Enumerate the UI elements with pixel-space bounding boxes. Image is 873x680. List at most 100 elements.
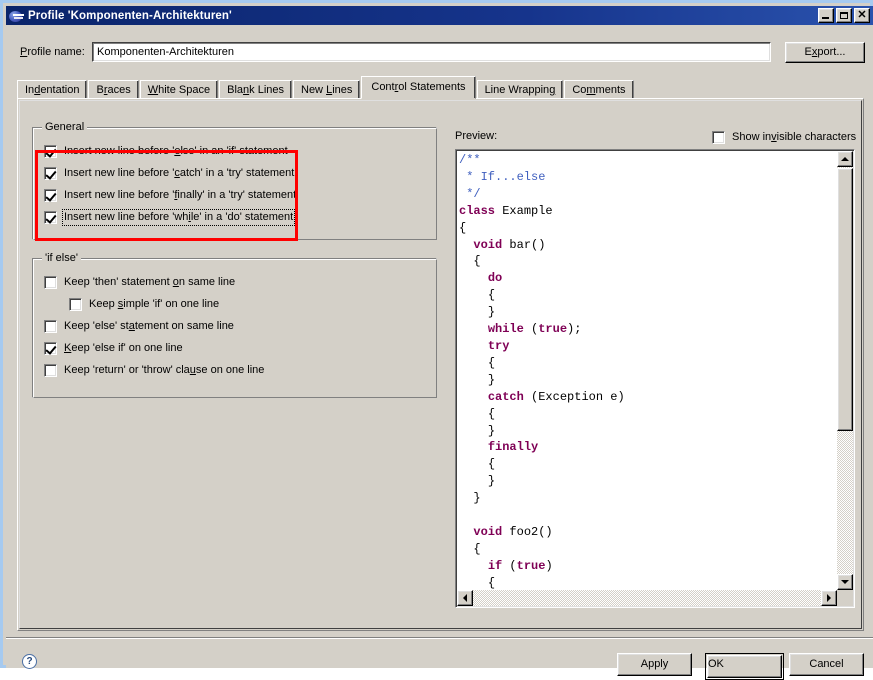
profile-name-row: Profile name: Export...	[20, 42, 865, 64]
general-checkbox-3-label: Insert new line before 'while' in a 'do'…	[61, 208, 296, 226]
ifelse-checkbox-1[interactable]: Keep simple 'if' on one line	[69, 296, 220, 312]
preview-label: Preview:	[455, 130, 498, 142]
ifelse-checkbox-4-label: Keep 'return' or 'throw' clause on one l…	[64, 363, 265, 376]
profile-dialog-window: Profile 'Komponenten-Architekturen' ✕ Pr…	[0, 0, 873, 680]
hscroll-track[interactable]	[457, 590, 837, 606]
tab-line-wrapping[interactable]: Line Wrapping	[476, 80, 564, 99]
general-checkbox-0-label: Insert new line before 'else' in an 'if'…	[64, 144, 288, 157]
code-line: {	[487, 288, 496, 303]
preview-horizontal-scrollbar[interactable]	[457, 590, 837, 606]
code-line: void foo2()	[473, 524, 553, 539]
ifelse-checkbox-2-label: Keep 'else' statement on same line	[64, 319, 234, 332]
ifelse-checkbox-3-box[interactable]	[44, 341, 57, 355]
window-title: Profile 'Komponenten-Architekturen'	[28, 9, 232, 22]
code-line: {	[487, 355, 496, 370]
code-preview-text: /** * If...else */ class Example { void ba…	[459, 152, 625, 592]
tab-strip: Indentation Braces White Space Blank Lines N…	[17, 76, 864, 99]
scroll-left-arrow-icon[interactable]	[457, 590, 473, 606]
code-line: {	[473, 541, 481, 556]
ifelse-checkbox-3-label: Keep 'else if' on one line	[64, 341, 183, 354]
general-checkbox-1-label: Insert new line before 'catch' in a 'try…	[64, 166, 295, 179]
code-line: * If...else	[459, 169, 546, 184]
code-line: /**	[459, 153, 481, 167]
scroll-up-arrow-icon[interactable]	[837, 151, 853, 167]
vscroll-thumb[interactable]	[837, 168, 853, 431]
show-invisible-characters-box[interactable]	[712, 130, 725, 144]
general-group: General Insert new line before 'else' in…	[32, 121, 437, 240]
general-checkbox-0-box[interactable]	[44, 144, 57, 158]
general-checkbox-1[interactable]: Insert new line before 'catch' in a 'try…	[44, 165, 295, 181]
code-line: if (true)	[487, 558, 553, 573]
tab-indentation[interactable]: Indentation	[17, 80, 88, 99]
export-button[interactable]: Export...	[785, 42, 865, 63]
tab-new-lines[interactable]: New Lines	[293, 80, 361, 99]
code-line: }	[473, 491, 481, 506]
code-line: }	[487, 305, 496, 320]
ifelse-checkbox-2[interactable]: Keep 'else' statement on same line	[44, 318, 235, 334]
general-checkbox-3[interactable]: Insert new line before 'while' in a 'do'…	[44, 208, 296, 226]
ifelse-checkbox-0-label: Keep 'then' statement on same line	[64, 275, 236, 288]
general-checkbox-2-box[interactable]	[44, 188, 57, 202]
tab-braces[interactable]: Braces	[88, 80, 139, 99]
scrollbar-corner	[837, 590, 853, 606]
preview-vertical-scrollbar[interactable]	[837, 151, 853, 590]
close-glyph: ✕	[857, 8, 867, 21]
help-icon[interactable]: ?	[22, 654, 37, 669]
apply-button[interactable]: Apply	[617, 653, 692, 676]
general-checkbox-2-label: Insert new line before 'finally' in a 't…	[64, 188, 297, 201]
code-line: {	[487, 406, 496, 421]
code-line: finally	[487, 440, 539, 455]
code-preview-area[interactable]: /** * If...else */ class Example { void ba…	[455, 149, 855, 608]
ifelse-checkbox-0-box[interactable]	[44, 275, 57, 289]
show-invisible-characters-label: Show invisible characters	[732, 130, 857, 143]
ifelse-checkbox-3[interactable]: Keep 'else if' on one line	[44, 340, 184, 356]
general-checkbox-0[interactable]: Insert new line before 'else' in an 'if'…	[44, 143, 289, 159]
code-line: try	[487, 338, 510, 353]
tab-blank-lines[interactable]: Blank Lines	[219, 80, 292, 99]
scroll-down-arrow-icon[interactable]	[837, 574, 853, 590]
ifelse-checkbox-2-box[interactable]	[44, 319, 57, 333]
code-line: }	[487, 474, 496, 489]
code-line: }	[487, 423, 496, 438]
tab-panel-control-statements: General Insert new line before 'else' in…	[17, 98, 864, 631]
ifelse-checkbox-4[interactable]: Keep 'return' or 'throw' clause on one l…	[44, 362, 265, 378]
ifelse-checkbox-4-box[interactable]	[44, 363, 57, 377]
general-checkbox-1-box[interactable]	[44, 166, 57, 180]
window-controls: ✕	[818, 8, 870, 23]
dialog-client-area: Profile name: Export... IndentationBrace…	[6, 25, 873, 680]
profile-name-input[interactable]	[92, 42, 771, 62]
eclipse-icon	[8, 8, 24, 24]
scroll-right-arrow-icon[interactable]	[821, 590, 837, 606]
ifelse-checkbox-1-box[interactable]	[69, 297, 82, 311]
general-group-title: General	[42, 121, 88, 133]
minimize-icon[interactable]	[818, 8, 834, 23]
code-line: do	[487, 271, 503, 286]
code-line: void bar()	[473, 237, 546, 252]
tab-white-space[interactable]: White Space	[139, 80, 219, 99]
cancel-button[interactable]: Cancel	[789, 653, 864, 676]
ifelse-checkbox-1-label: Keep simple 'if' on one line	[89, 297, 220, 310]
ok-button[interactable]: OK	[705, 653, 784, 680]
ifelse-group: 'if else' Keep 'then' statement on same …	[32, 252, 437, 398]
code-line: while (true);	[487, 322, 582, 337]
code-line: catch (Exception e)	[487, 389, 625, 404]
code-line: class Example	[459, 203, 553, 218]
ifelse-group-title: 'if else'	[42, 252, 81, 264]
code-line: */	[459, 186, 481, 201]
profile-name-label: Profile name:	[20, 46, 85, 58]
maximize-icon[interactable]	[836, 8, 852, 23]
show-invisible-characters-checkbox[interactable]: Show invisible characters	[712, 129, 857, 145]
general-checkbox-3-box[interactable]	[44, 210, 57, 224]
tab-control-statements[interactable]: Control Statements	[361, 76, 476, 99]
close-icon[interactable]: ✕	[854, 8, 870, 23]
code-line: }	[487, 372, 496, 387]
footer-separator	[6, 637, 873, 639]
title-bar: Profile 'Komponenten-Architekturen' ✕	[6, 6, 873, 25]
code-line: {	[459, 220, 467, 235]
code-line: {	[473, 254, 481, 269]
ifelse-checkbox-0[interactable]: Keep 'then' statement on same line	[44, 274, 236, 290]
ok-button-label: OK	[707, 655, 782, 678]
general-checkbox-2[interactable]: Insert new line before 'finally' in a 't…	[44, 187, 297, 203]
tab-comments[interactable]: Comments	[564, 80, 634, 99]
